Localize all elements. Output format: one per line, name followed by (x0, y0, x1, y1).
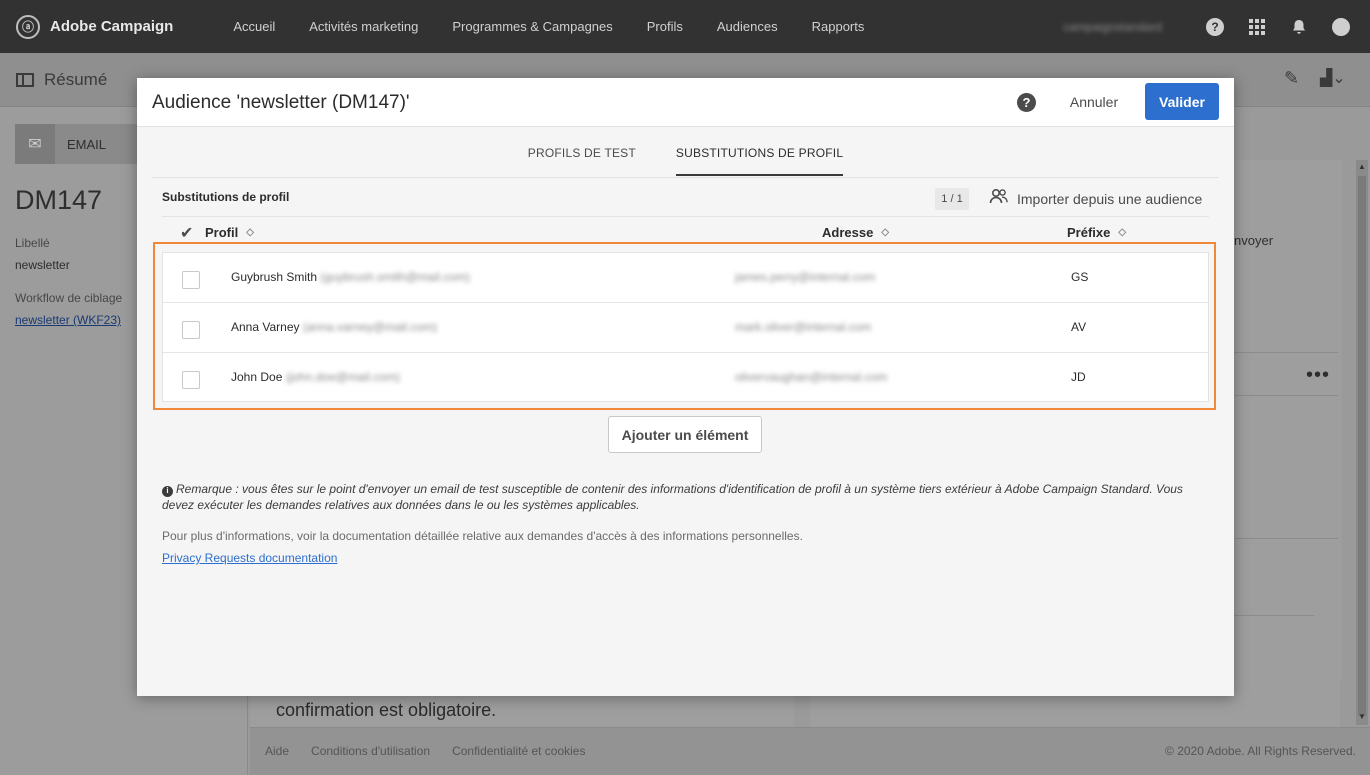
divider (1234, 615, 1314, 616)
column-header-prefix[interactable]: Préfixe ◇ (1067, 225, 1126, 240)
bell-icon[interactable] (1290, 18, 1308, 36)
footer-link-conditions[interactable]: Conditions d'utilisation (311, 744, 430, 758)
note-text: Remarque : vous êtes sur le point d'envo… (162, 482, 1183, 512)
email-tab-label: EMAIL (67, 136, 107, 152)
scrollbar-thumb[interactable] (1358, 176, 1366, 716)
pagination-indicator: 1 / 1 (935, 188, 969, 210)
import-label: Importer depuis une audience (1017, 190, 1203, 207)
email-channel-tab[interactable]: ✉ EMAIL (15, 124, 137, 164)
top-navigation: ⓐ Adobe Campaign Accueil Activités marke… (0, 0, 1370, 53)
column-label: Préfixe (1067, 225, 1111, 240)
nav-item-rapports[interactable]: Rapports (812, 19, 865, 34)
panel-icon (16, 73, 34, 87)
sort-icon[interactable]: ◇ (881, 227, 889, 237)
apps-grid-icon[interactable] (1248, 18, 1266, 36)
background-content-text: confirmation est obligatoire. (276, 700, 497, 720)
label-value: newsletter (15, 258, 70, 272)
privacy-note: i Remarque : vous êtes sur le point d'env… (162, 481, 1207, 513)
pencil-icon[interactable]: ✎ (1284, 68, 1299, 89)
column-header-address[interactable]: Adresse ◇ (822, 225, 889, 240)
add-element-button[interactable]: Ajouter un élément (608, 416, 762, 453)
sort-icon[interactable]: ◇ (1118, 227, 1126, 237)
nav-item-programmes-campagnes[interactable]: Programmes & Campagnes (452, 19, 612, 34)
modal-tabs: PROFILS DE TEST SUBSTITUTIONS DE PROFIL (137, 136, 1234, 176)
highlight-frame (153, 242, 1216, 410)
modal-title: Audience 'newsletter (DM147)' (152, 92, 410, 113)
adobe-campaign-logo-icon: ⓐ (16, 14, 40, 39)
envelope-icon: ✉ (15, 124, 55, 164)
workflow-caption: Workflow de ciblage (15, 291, 123, 305)
nav-right-tools: campaignstandard ? (1063, 0, 1350, 53)
label-caption: Libellé (15, 236, 50, 250)
column-label: Adresse (822, 225, 874, 240)
nav-item-profils[interactable]: Profils (647, 19, 683, 34)
column-label: Profil (205, 225, 239, 240)
cancel-button[interactable]: Annuler (1057, 88, 1131, 116)
summary-label: Résumé (44, 70, 108, 89)
nav-item-activites-marketing[interactable]: Activités marketing (309, 19, 418, 34)
chart-icon[interactable]: ▟⌄ (1320, 68, 1346, 88)
delivery-title: DM147 (15, 185, 103, 215)
tab-profile-substitutions[interactable]: SUBSTITUTIONS DE PROFIL (675, 136, 844, 176)
help-icon[interactable]: ? (1206, 17, 1224, 36)
sort-icon[interactable]: ◇ (246, 227, 254, 237)
main-menu: Accueil Activités marketing Programmes &… (233, 19, 898, 34)
footer-link-aide[interactable]: Aide (265, 744, 289, 758)
tab-test-profiles[interactable]: PROFILS DE TEST (528, 136, 636, 176)
brand-logo[interactable]: ⓐ Adobe Campaign (16, 14, 174, 39)
help-circle-icon[interactable]: ? (1017, 93, 1036, 112)
column-header-profile[interactable]: Profil ◇ (205, 225, 254, 240)
summary-title[interactable]: Résumé (16, 70, 107, 90)
import-from-audience-button[interactable]: Importer depuis une audience (989, 188, 1202, 209)
user-avatar-icon[interactable] (1332, 17, 1350, 36)
checkmark-icon[interactable]: ✔ (180, 223, 193, 243)
info-circle-icon: i (162, 485, 173, 497)
scroll-up-arrow-icon[interactable]: ▲ (1358, 162, 1366, 171)
scroll-down-arrow-icon[interactable]: ▼ (1358, 712, 1366, 721)
divider (1234, 395, 1338, 396)
audience-modal: Audience 'newsletter (DM147)' ? Annuler … (137, 78, 1234, 696)
validate-button[interactable]: Valider (1145, 83, 1219, 120)
users-import-icon (989, 188, 1009, 209)
footer-links: Aide Conditions d'utilisation Confidenti… (265, 744, 607, 758)
more-info-text: Pour plus d'informations, voir la docume… (162, 529, 803, 543)
brand-name: Adobe Campaign (50, 18, 174, 35)
section-title: Substitutions de profil (162, 190, 290, 204)
footer-copyright: © 2020 Adobe. All Rights Reserved. (1165, 744, 1356, 758)
workflow-link[interactable]: newsletter (WKF23) (15, 313, 121, 327)
tabs-divider (152, 177, 1219, 178)
modal-header: Audience 'newsletter (DM147)' ? Annuler … (137, 78, 1234, 127)
privacy-requests-doc-link[interactable]: Privacy Requests documentation (162, 551, 337, 565)
divider (1234, 538, 1338, 539)
more-options-icon[interactable]: ••• (1306, 364, 1330, 387)
footer-link-confidentialite[interactable]: Confidentialité et cookies (452, 744, 585, 758)
nav-item-accueil[interactable]: Accueil (233, 19, 275, 34)
nav-item-audiences[interactable]: Audiences (717, 19, 778, 34)
page-scrollbar[interactable] (1356, 160, 1368, 725)
user-name[interactable]: campaignstandard (1063, 20, 1162, 34)
background-text: nvoyer (1234, 233, 1274, 248)
divider (1234, 352, 1338, 353)
